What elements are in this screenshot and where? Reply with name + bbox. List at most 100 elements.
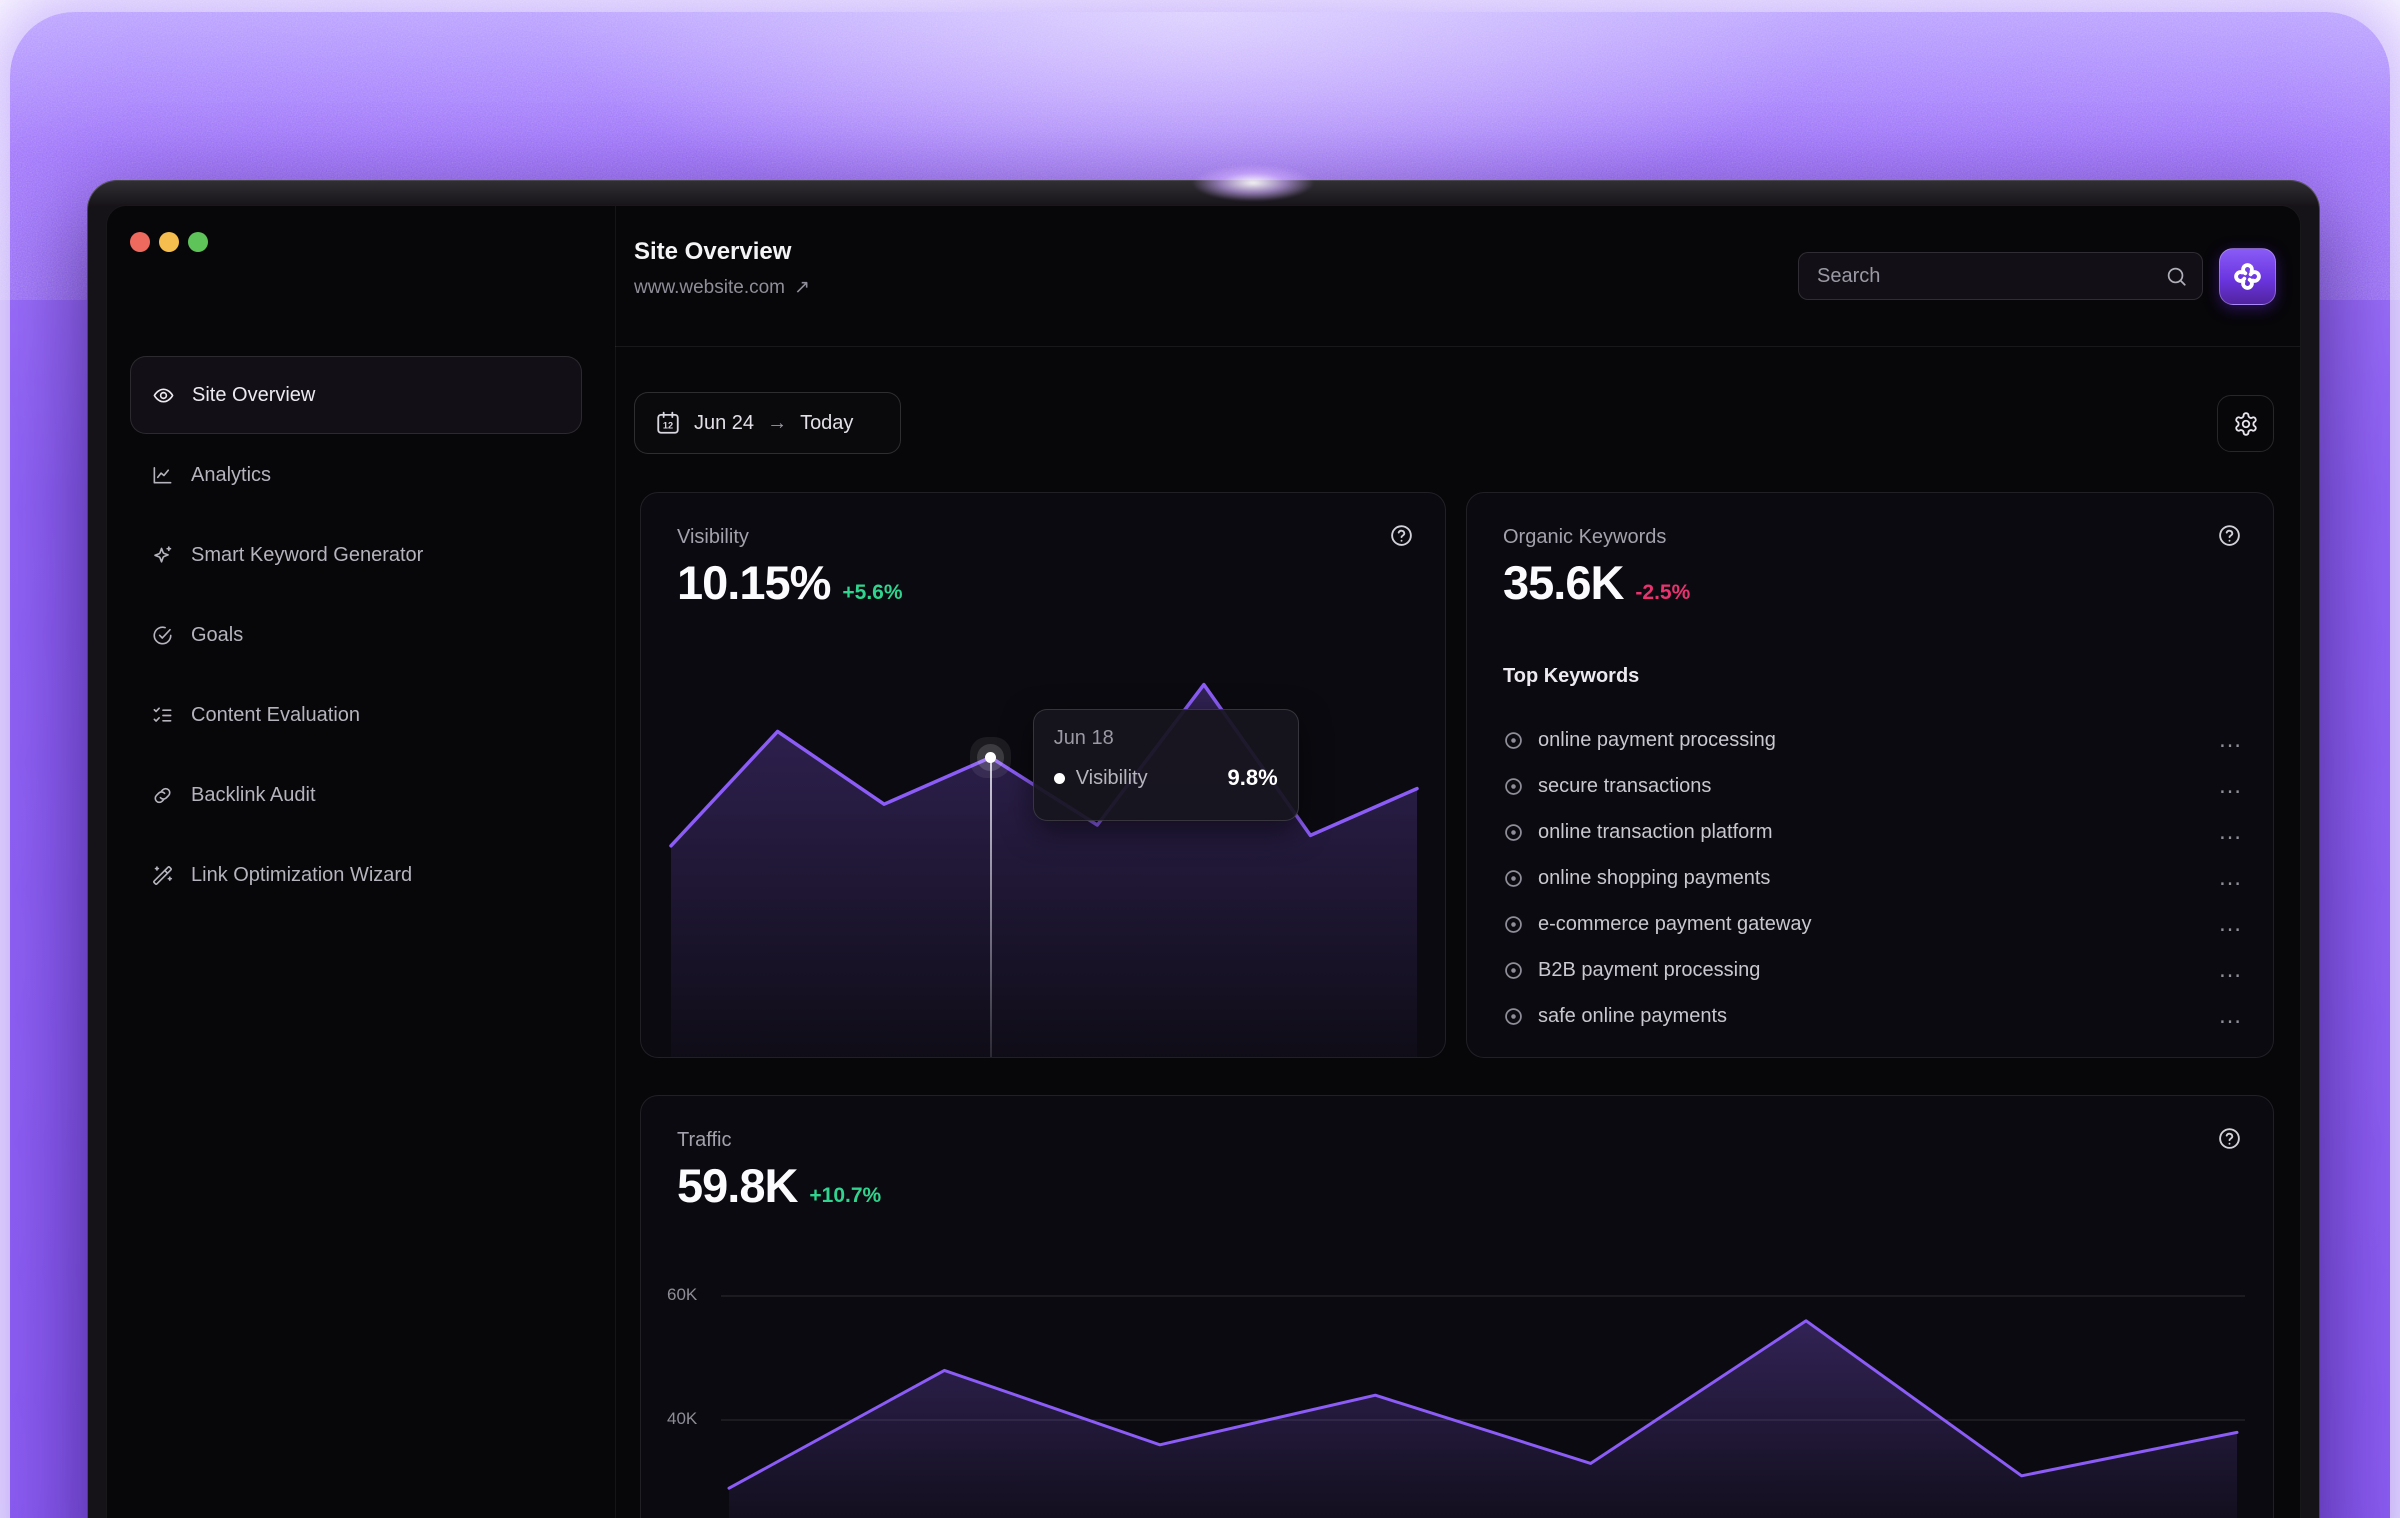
top-keywords-list: online payment processing…secure transac…	[1503, 717, 2243, 1039]
circle-dot-icon	[1503, 822, 1524, 843]
visibility-delta: +5.6%	[842, 581, 902, 605]
keyword-label: online shopping payments	[1538, 867, 2204, 890]
visibility-value-row: 10.15% +5.6%	[677, 555, 903, 610]
page-title: Site Overview	[634, 238, 810, 266]
circle-dot-icon	[1503, 1006, 1524, 1027]
sidebar-nav: Site Overview Analytics Smart Keyword Ge…	[130, 356, 582, 916]
chart-tooltip: Jun 18 Visibility 9.8%	[1033, 709, 1299, 821]
wand-sparkles-icon	[151, 864, 174, 887]
circle-dot-icon	[1503, 730, 1524, 751]
pinwheel-logo-icon	[2231, 260, 2264, 293]
keyword-label: online transaction platform	[1538, 821, 2204, 844]
hover-crosshair-line	[990, 757, 992, 1058]
chart-line-icon	[151, 464, 174, 487]
sidebar-item-label: Backlink Audit	[191, 784, 316, 807]
settings-button[interactable]	[2217, 395, 2274, 452]
maximize-window-button[interactable]	[188, 232, 208, 252]
circle-dot-icon	[1503, 868, 1524, 889]
list-checks-icon	[151, 704, 174, 727]
sidebar-item-label: Content Evaluation	[191, 704, 360, 727]
organic-keywords-value-row: 35.6K -2.5%	[1503, 555, 1690, 610]
keyword-menu-button[interactable]: …	[2218, 827, 2243, 837]
sidebar-item-link-optimization-wizard[interactable]: Link Optimization Wizard	[130, 836, 582, 914]
y-axis-tick: 60K	[667, 1285, 713, 1305]
organic-keywords-card: Organic Keywords 35.6K -2.5% Top Keyword…	[1466, 492, 2274, 1058]
keyword-label: online payment processing	[1538, 729, 2204, 752]
close-window-button[interactable]	[130, 232, 150, 252]
keyword-row: safe online payments …	[1503, 993, 2243, 1039]
keyword-label: safe online payments	[1538, 1005, 2204, 1028]
circle-dot-icon	[1503, 960, 1524, 981]
sidebar-item-label: Analytics	[191, 464, 271, 487]
date-range-end: Today	[800, 412, 853, 435]
keyword-row: online shopping payments …	[1503, 855, 2243, 901]
date-range-start: Jun 24	[694, 412, 754, 435]
help-icon[interactable]	[1389, 523, 1414, 548]
minimize-window-button[interactable]	[159, 232, 179, 252]
circle-dot-icon	[1503, 776, 1524, 797]
hover-point-marker	[985, 752, 996, 763]
site-domain-link[interactable]: www.website.com ↗	[634, 276, 810, 299]
top-keywords-title: Top Keywords	[1503, 665, 1639, 688]
visibility-value: 10.15%	[677, 555, 830, 610]
traffic-chart[interactable]	[721, 1234, 2245, 1518]
keyword-menu-button[interactable]: …	[2218, 1011, 2243, 1021]
search-input[interactable]	[1799, 253, 2202, 299]
sidebar-item-analytics[interactable]: Analytics	[130, 436, 582, 514]
sidebar-item-site-overview[interactable]: Site Overview	[130, 356, 582, 434]
screenshot-stage: Site Overview Analytics Smart Keyword Ge…	[0, 0, 2400, 1518]
sidebar: Site Overview Analytics Smart Keyword Ge…	[107, 206, 616, 1518]
sidebar-item-label: Goals	[191, 624, 243, 647]
keyword-row: e-commerce payment gateway …	[1503, 901, 2243, 947]
app-surface: Site Overview Analytics Smart Keyword Ge…	[106, 205, 2301, 1518]
app-logo-button[interactable]	[2219, 248, 2276, 305]
organic-keywords-value: 35.6K	[1503, 555, 1623, 610]
keyword-label: e-commerce payment gateway	[1538, 913, 2204, 936]
help-icon[interactable]	[2217, 1126, 2242, 1151]
y-axis-tick: 40K	[667, 1409, 713, 1429]
domain-text: www.website.com	[634, 277, 785, 299]
eye-icon	[152, 384, 175, 407]
keyword-menu-button[interactable]: …	[2218, 965, 2243, 975]
external-link-icon: ↗	[794, 276, 810, 299]
keyword-menu-button[interactable]: …	[2218, 781, 2243, 791]
visibility-card-title: Visibility	[677, 526, 749, 549]
series-dot-icon	[1054, 773, 1065, 784]
visibility-chart[interactable]: Jun 18 Visibility 9.8%	[641, 643, 1446, 1058]
search-box	[1798, 252, 2203, 300]
keyword-label: secure transactions	[1538, 775, 2204, 798]
organic-keywords-card-title: Organic Keywords	[1503, 526, 1666, 549]
help-icon[interactable]	[2217, 523, 2242, 548]
sidebar-item-backlink-audit[interactable]: Backlink Audit	[130, 756, 582, 834]
keyword-row: B2B payment processing…	[1503, 947, 2243, 993]
calendar-icon: 12	[655, 410, 681, 436]
sidebar-item-label: Smart Keyword Generator	[191, 544, 423, 567]
tooltip-value: 9.8%	[1228, 765, 1278, 791]
page-header: Site Overview www.website.com ↗	[634, 238, 810, 299]
sparkles-icon	[151, 544, 174, 567]
sidebar-item-goals[interactable]: Goals	[130, 596, 582, 674]
keyword-menu-button[interactable]: …	[2218, 919, 2243, 929]
sidebar-item-label: Link Optimization Wizard	[191, 864, 412, 887]
gear-icon	[2233, 411, 2259, 437]
traffic-delta: +10.7%	[809, 1184, 881, 1208]
keyword-menu-button[interactable]: …	[2218, 873, 2243, 883]
tooltip-date: Jun 18	[1054, 727, 1278, 750]
traffic-value-row: 59.8K +10.7%	[677, 1158, 881, 1213]
arrow-right-icon: →	[767, 412, 787, 435]
keyword-row: online transaction platform …	[1503, 809, 2243, 855]
sidebar-item-content-evaluation[interactable]: Content Evaluation	[130, 676, 582, 754]
keyword-row: online payment processing …	[1503, 717, 2243, 763]
sidebar-item-smart-keyword-generator[interactable]: Smart Keyword Generator	[130, 516, 582, 594]
date-range-picker[interactable]: 12 Jun 24 → Today	[634, 392, 901, 454]
traffic-card: Traffic 59.8K +10.7% 60K40K	[640, 1095, 2274, 1518]
search-icon	[2165, 265, 2188, 288]
window-controls	[130, 232, 208, 252]
organic-keywords-delta: -2.5%	[1635, 581, 1690, 605]
app-window: Site Overview Analytics Smart Keyword Ge…	[87, 180, 2320, 1518]
tooltip-series-label: Visibility	[1076, 767, 1217, 790]
keyword-row: secure transactions …	[1503, 763, 2243, 809]
sidebar-item-label: Site Overview	[192, 384, 315, 407]
circle-dot-icon	[1503, 914, 1524, 935]
keyword-menu-button[interactable]: …	[2218, 735, 2243, 745]
